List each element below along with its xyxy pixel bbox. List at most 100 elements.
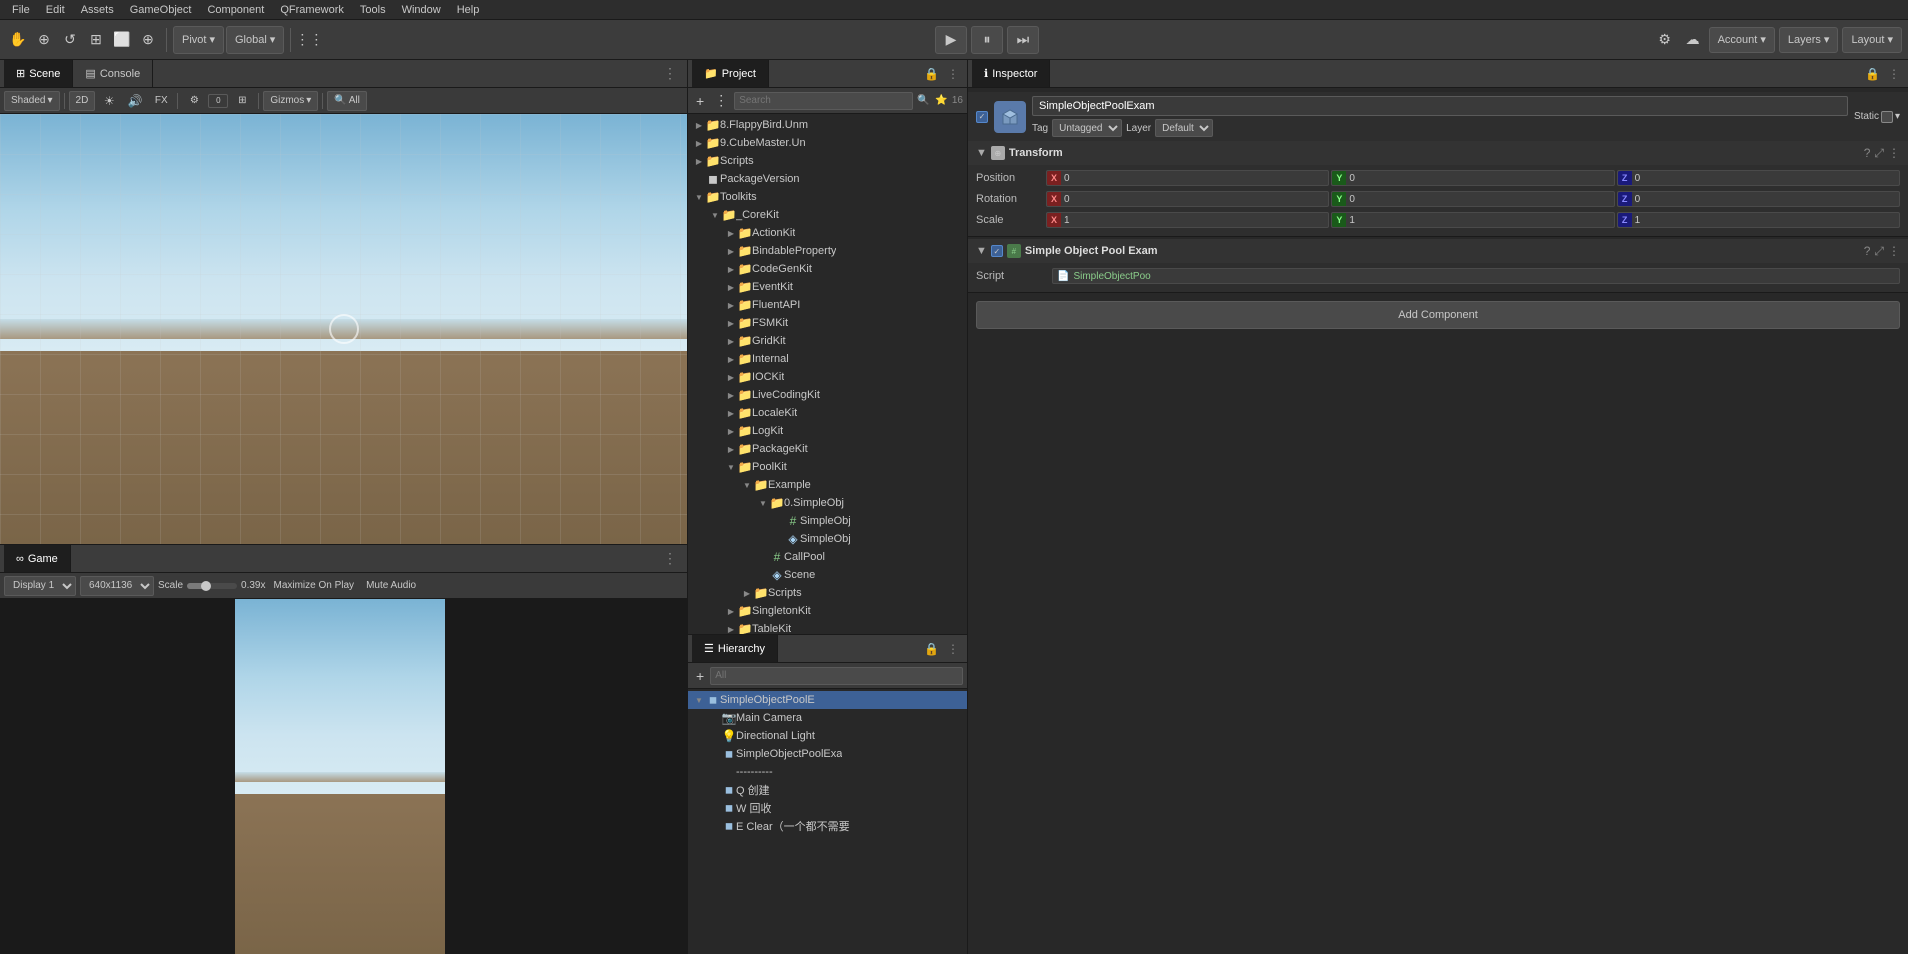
project-tree-item-9[interactable]: ▶📁CodeGenKit: [688, 260, 967, 278]
layout-button[interactable]: Layout ▾: [1842, 27, 1902, 53]
scene-settings-icon[interactable]: ⚙: [182, 89, 206, 113]
hierarchy-lock-icon[interactable]: 🔒: [924, 642, 939, 656]
position-y-field[interactable]: Y 0: [1331, 170, 1614, 186]
script-enabled-checkbox[interactable]: ✓: [991, 245, 1003, 257]
menu-help[interactable]: Help: [449, 0, 488, 19]
project-tree-item-5[interactable]: ▼📁Toolkits: [688, 188, 967, 206]
project-tree-item-17[interactable]: ▶📁LocaleKit: [688, 404, 967, 422]
inspector-options-icon[interactable]: ⋮: [1888, 67, 1900, 81]
add-folder-btn[interactable]: +: [692, 93, 708, 109]
transform-header[interactable]: ▼ ⊕ Transform ? ⤢ ⋮: [968, 141, 1908, 165]
transform-preset-icon[interactable]: ⤢: [1874, 146, 1884, 161]
position-x-field[interactable]: X 0: [1046, 170, 1329, 186]
inspector-lock-icon[interactable]: 🔒: [1865, 67, 1880, 81]
collab-icon[interactable]: ⚙: [1653, 28, 1677, 52]
rotation-y-field[interactable]: Y 0: [1331, 191, 1614, 207]
project-tree-item-10[interactable]: ▶📁EventKit: [688, 278, 967, 296]
hierarchy-item-4[interactable]: ◼SimpleObjectPoolExa: [688, 745, 967, 763]
project-tree-item-14[interactable]: ▶📁Internal: [688, 350, 967, 368]
rotate-tool-btn[interactable]: ↺: [58, 28, 82, 52]
transform-help-icon[interactable]: ?: [1864, 146, 1871, 161]
script-field-value[interactable]: 📄 SimpleObjectPoo: [1052, 268, 1900, 284]
layers-button[interactable]: Layers ▾: [1779, 27, 1839, 53]
tab-game[interactable]: ∞ Game: [4, 545, 71, 572]
project-tree-item-13[interactable]: ▶📁GridKit: [688, 332, 967, 350]
project-search-input[interactable]: [734, 92, 913, 110]
hierarchy-add-btn[interactable]: +: [692, 668, 708, 684]
mute-audio-btn[interactable]: Mute Audio: [362, 580, 420, 591]
game-tab-more[interactable]: ⋮: [657, 550, 683, 567]
menu-window[interactable]: Window: [394, 0, 449, 19]
hierarchy-item-7[interactable]: ◼W 回收: [688, 799, 967, 817]
project-tree-item-3[interactable]: ▶📁Scripts: [688, 152, 967, 170]
scale-x-field[interactable]: X 1: [1046, 212, 1329, 228]
menu-gameobject[interactable]: GameObject: [122, 0, 200, 19]
game-viewport[interactable]: [0, 599, 687, 954]
static-arrow[interactable]: ▾: [1895, 111, 1900, 122]
project-tree-item-15[interactable]: ▶📁IOCKit: [688, 368, 967, 386]
rotation-z-field[interactable]: Z 0: [1617, 191, 1900, 207]
gizmos-btn[interactable]: Gizmos ▾: [263, 91, 318, 111]
shaded-dropdown[interactable]: Shaded ▾: [4, 91, 60, 111]
play-button[interactable]: ▶: [935, 26, 967, 54]
step-button[interactable]: ⏭: [1007, 26, 1039, 54]
project-tree-item-6[interactable]: ▼📁_CoreKit: [688, 206, 967, 224]
rotation-x-field[interactable]: X 0: [1046, 191, 1329, 207]
menu-edit[interactable]: Edit: [38, 0, 73, 19]
tab-more-btn[interactable]: ⋮: [657, 65, 683, 82]
object-enabled-checkbox[interactable]: ✓: [976, 111, 988, 123]
hierarchy-item-2[interactable]: 📷Main Camera: [688, 709, 967, 727]
object-name-input[interactable]: [1032, 96, 1848, 116]
project-tree-item-26[interactable]: ◈Scene: [688, 566, 967, 584]
project-tree-item-22[interactable]: ▼📁0.SimpleObj: [688, 494, 967, 512]
static-checkbox[interactable]: [1881, 111, 1893, 123]
project-options-btn[interactable]: ⋮: [710, 92, 732, 109]
script-header[interactable]: ▼ ✓ # Simple Object Pool Exam ? ⤢ ⋮: [968, 239, 1908, 263]
tab-inspector[interactable]: ℹ Inspector: [972, 60, 1050, 87]
hierarchy-item-3[interactable]: 💡Directional Light: [688, 727, 967, 745]
menu-file[interactable]: File: [4, 0, 38, 19]
project-tree-item-28[interactable]: ▶📁SingletonKit: [688, 602, 967, 620]
hierarchy-item-1[interactable]: ▼◼SimpleObjectPoolE: [688, 691, 967, 709]
project-lock-icon[interactable]: 🔒: [924, 67, 939, 81]
project-options-icon[interactable]: ⋮: [947, 67, 959, 81]
scale-z-field[interactable]: Z 1: [1617, 212, 1900, 228]
pivot-btn[interactable]: Pivot ▾: [173, 26, 224, 54]
project-tree-item-29[interactable]: ▶📁TableKit: [688, 620, 967, 634]
cloud-icon[interactable]: ☁: [1681, 28, 1705, 52]
tag-select[interactable]: Untagged: [1052, 119, 1122, 137]
project-tree-item-19[interactable]: ▶📁PackageKit: [688, 440, 967, 458]
resolution-select[interactable]: 640x1136: [80, 576, 154, 596]
hand-tool-btn[interactable]: ✋: [6, 28, 30, 52]
rect-tool-btn[interactable]: ⬜: [110, 28, 134, 52]
audio-icon[interactable]: 🔊: [123, 89, 147, 113]
position-z-field[interactable]: Z 0: [1617, 170, 1900, 186]
menu-component[interactable]: Component: [199, 0, 272, 19]
fx-icon[interactable]: FX: [149, 89, 173, 113]
project-tree-item-8[interactable]: ▶📁BindableProperty: [688, 242, 967, 260]
pause-button[interactable]: ⏸: [971, 26, 1003, 54]
display-select[interactable]: Display 1: [4, 576, 76, 596]
project-tree-item-12[interactable]: ▶📁FSMKit: [688, 314, 967, 332]
account-button[interactable]: Account ▾: [1709, 27, 1775, 53]
grid-icon[interactable]: ⊞: [230, 89, 254, 113]
project-tree-item-20[interactable]: ▼📁PoolKit: [688, 458, 967, 476]
tab-scene[interactable]: ⊞ Scene: [4, 60, 73, 87]
hierarchy-search-input[interactable]: [710, 667, 963, 685]
layer-select[interactable]: Default: [1155, 119, 1213, 137]
all-btn[interactable]: 🔍 All: [327, 91, 367, 111]
star-btn[interactable]: ⭐: [933, 95, 949, 106]
scale-slider[interactable]: [187, 583, 237, 589]
snap-icon[interactable]: ⋮⋮: [297, 28, 321, 52]
project-tree-item-7[interactable]: ▶📁ActionKit: [688, 224, 967, 242]
scale-y-field[interactable]: Y 1: [1331, 212, 1614, 228]
2d-btn[interactable]: 2D: [69, 91, 96, 111]
project-tree-item-4[interactable]: ◼PackageVersion: [688, 170, 967, 188]
project-tree-item-25[interactable]: #CallPool: [688, 548, 967, 566]
hierarchy-item-8[interactable]: ◼E Clear（一个都不需要: [688, 817, 967, 835]
tab-project[interactable]: 📁 Project: [692, 60, 769, 87]
tab-hierarchy[interactable]: ☰ Hierarchy: [692, 635, 778, 662]
scale-slider-thumb[interactable]: [201, 581, 211, 591]
move-tool-btn[interactable]: ⊕: [32, 28, 56, 52]
hierarchy-options-icon[interactable]: ⋮: [947, 642, 959, 656]
